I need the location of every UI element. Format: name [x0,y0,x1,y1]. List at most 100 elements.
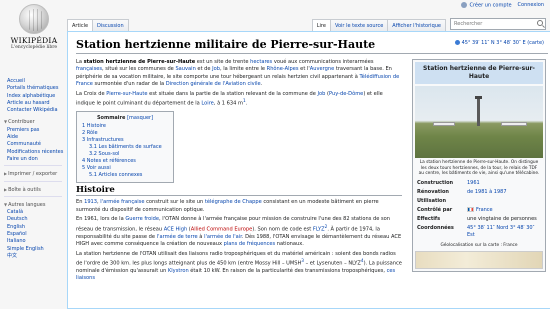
search-icon[interactable] [537,20,543,26]
link-telegraphe-chappe[interactable]: télégraphe de Chappe [205,199,262,205]
toc-item[interactable]: 3.2 Sous-sol [89,151,119,157]
france-flag-icon [467,206,474,212]
link-klystron[interactable]: Klystron [168,268,189,274]
coordinates[interactable]: 45° 39′ 11″ N 3° 48′ 30″ E (carte) [454,40,544,46]
globe-icon [454,40,460,45]
triangle-down-icon: ▼ [4,201,8,207]
link-hectares[interactable]: hectares [250,59,272,65]
sidebar: Accueil Portails thématiques Index alpha… [0,78,66,260]
tab-view-source[interactable]: Voir le texte source [329,19,389,31]
link-france[interactable]: France [476,207,493,213]
sidebar-heading-contribute[interactable]: ▼Contribuer [0,118,66,126]
sidebar-item-contact[interactable]: Contacter Wikipédia [7,107,58,113]
link-pierre-sur-haute[interactable]: Pierre-sur-Haute [106,91,147,97]
sidebar-item-recent-changes[interactable]: Modifications récentes [7,149,63,155]
namespace-tabs: Article Discussion [67,19,129,31]
lang-link-chinese[interactable]: 中文 [7,253,17,259]
link-ace-high[interactable]: ACE High [164,226,188,232]
sidebar-languages: Català Deutsch English Español Italiano … [0,209,66,260]
lang-link-catala[interactable]: Català [7,209,23,215]
toc-list: 1 Histoire 2 Rôle 3 Infrastructures 3.1 … [82,123,168,179]
tab-discussion[interactable]: Discussion [92,19,129,31]
renovation-value[interactable]: de 1981 à 1987 [467,189,541,196]
view-tabs: Lire Voir le texte source Afficher l'his… [311,19,446,31]
content-area: Station hertzienne militaire de Pierre-s… [67,31,550,309]
infobox-row: Utilisation [417,197,447,204]
tab-read[interactable]: Lire [311,19,331,31]
sidebar-item-portails[interactable]: Portails thématiques [7,85,58,91]
link-allied-command-europe[interactable]: Allied Command Europe [191,226,252,232]
toc-item[interactable]: 3 Infrastructures [82,137,124,143]
logo-wordmark: WIKIPÉDIA [10,36,58,45]
infobox-caption: La station hertzienne de Pierre-sur-Haut… [418,160,540,176]
sidebar-item-index[interactable]: Index alphabétique [7,93,55,99]
toc-item[interactable]: 1 Histoire [82,123,106,129]
infobox-row: Effectifs une vingtaine de personnes [417,215,537,222]
intro-paragraph: La Croix de Pierre-sur-Haute est située … [76,90,383,107]
toc-item[interactable]: 5.1 Articles connexes [89,172,142,178]
sidebar-divider [4,195,62,197]
link-puy-de-dome[interactable]: Puy-de-Dôme [329,91,363,97]
article-body: La station hertzienne de Pierre-sur-Haut… [76,59,402,285]
sidebar-heading-print[interactable]: ▶Imprimer / exporter [0,170,66,178]
wikipedia-logo[interactable]: WIKIPÉDIA L'encyclopédie libre [6,4,62,50]
infobox-row: Construction 1961 [415,179,543,188]
sidebar-item-random[interactable]: Article au hasard [7,100,50,106]
toc-item[interactable]: 5 Voir aussi [82,165,111,171]
link-guerre-froide[interactable]: Guerre froide [125,216,159,222]
lang-link-english[interactable]: English [7,224,25,230]
sidebar-item-accueil[interactable]: Accueil [7,78,25,84]
sidebar-divider [4,180,62,182]
link-dgac[interactable]: Direction générale de l'Aviation civile [166,81,261,87]
sidebar-item-donate[interactable]: Faire un don [7,156,38,162]
history-paragraph: La station hertzienne de l'OTAN utilisai… [76,250,402,282]
link-job[interactable]: Job [212,66,220,72]
lang-link-deutsch[interactable]: Deutsch [7,216,28,222]
link-auvergne[interactable]: Auvergne [310,66,334,72]
infobox-row: Coordonnées 45° 38′ 11″ Nord 3° 48′ 30″ E… [417,224,535,238]
sidebar-item-first-steps[interactable]: Premiers pas [7,127,39,133]
sidebar-item-community[interactable]: Communauté [7,141,41,147]
triangle-right-icon: ▶ [4,171,8,177]
location-map[interactable] [415,250,543,269]
lang-link-espanol[interactable]: Español [7,231,27,237]
login-link[interactable]: Connexion [518,2,544,8]
link-loire[interactable]: Loire [201,101,213,107]
link-coordinates[interactable]: 45° 38′ 11″ Nord 3° 48′ 30″ Est [467,225,534,238]
toc-item[interactable]: 4 Notes et références [82,158,136,164]
search-input[interactable]: Rechercher [450,18,546,30]
sidebar-contribute: Premiers pas Aide Communauté Modificatio… [0,127,66,163]
sidebar-item-help[interactable]: Aide [7,134,18,140]
user-icon [461,2,468,8]
link-flyz[interactable]: FLYZ [313,226,325,232]
toc-item[interactable]: 2 Rôle [82,130,98,136]
building [433,122,455,126]
sidebar-heading-tools[interactable]: ▶Boîte à outils [0,186,66,194]
geolocation-label: Géolocalisation sur la carte : France [440,242,518,248]
link-armee-de-terre[interactable]: l'armée de terre [157,234,198,240]
link-francaises[interactable]: françaises [76,66,102,72]
link-rhone-alpes[interactable]: Rhône-Alpes [267,66,299,72]
infobox-title: Station hertzienne de Pierre-sur-Haute [415,62,543,84]
sidebar-divider [4,165,62,167]
sidebar-heading-languages[interactable]: ▼Autres langues [0,201,66,209]
link-armee-de-l-air[interactable]: l'armée de l'air [204,234,242,240]
triangle-down-icon: ▼ [4,119,8,125]
link-1961[interactable]: 1961 [467,180,541,187]
link-plans-de-frequences[interactable]: plans de fréquences [224,241,276,247]
search-placeholder: Rechercher [454,21,483,27]
infobox-image[interactable] [415,86,543,158]
tab-article[interactable]: Article [67,19,94,31]
create-account-link[interactable]: Créer un compte [461,2,512,9]
link-sauvain[interactable]: Sauvain [175,66,195,72]
link-1913[interactable]: 1913 [84,199,97,205]
tab-history[interactable]: Afficher l'historique [387,19,446,31]
personal-tools: Créer un compte Connexion [461,2,544,9]
table-of-contents: Sommaire [masquer] 1 Histoire 2 Rôle 3 I… [76,110,174,183]
lang-link-simple-english[interactable]: Simple English [7,246,44,252]
infobox-row: Rénovation de 1981 à 1987 [415,188,543,197]
toc-item[interactable]: 3.1 Les bâtiments de surface [89,144,162,150]
toc-hide-link[interactable]: [masquer] [127,115,153,121]
link-armee-francaise[interactable]: l'armée française [100,199,144,205]
lang-link-italiano[interactable]: Italiano [7,238,26,244]
